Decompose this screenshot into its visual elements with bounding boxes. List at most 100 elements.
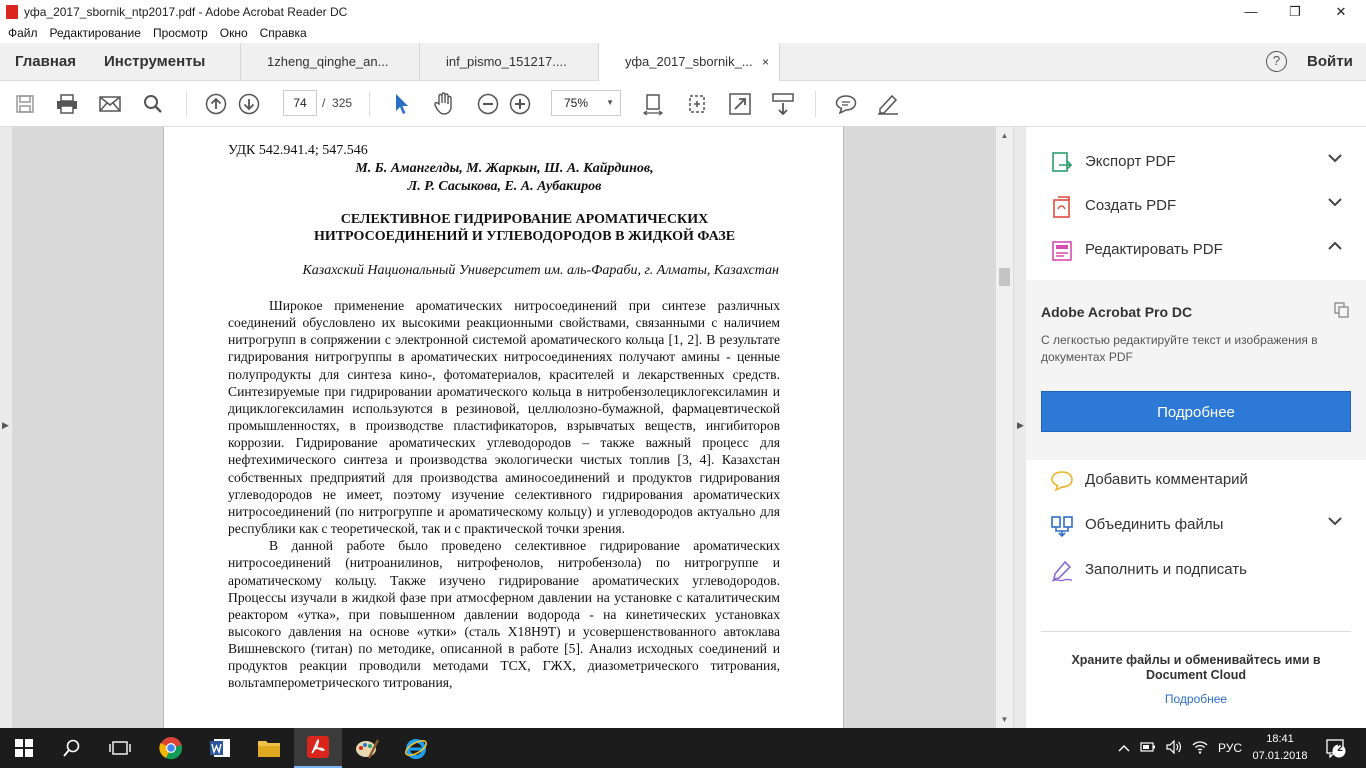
combine-files-item[interactable]: Объединить файлы: [1026, 506, 1366, 546]
comment-icon[interactable]: [833, 91, 859, 117]
left-panel-toggle[interactable]: ▶: [0, 127, 12, 728]
promo-title: Adobe Acrobat Pro DC: [1041, 304, 1193, 320]
input-language[interactable]: РУС: [1218, 741, 1242, 755]
chevron-down-icon: [1328, 514, 1342, 529]
chevron-down-icon: [1328, 195, 1342, 210]
zoom-value: 75%: [564, 96, 589, 110]
acrobat-pro-promo: Adobe Acrobat Pro DC С легкостью редакти…: [1026, 280, 1366, 460]
file-explorer-icon[interactable]: [245, 728, 293, 768]
select-cursor-icon[interactable]: [389, 91, 415, 117]
fit-page-icon[interactable]: [640, 91, 666, 117]
start-windows-icon[interactable]: [0, 728, 48, 768]
chevron-down-icon: ▼: [606, 98, 614, 107]
udk-code: УДК 542.941.4; 547.546: [228, 143, 368, 158]
combine-files-label: Объединить файлы: [1085, 516, 1224, 533]
hand-tool-icon[interactable]: [431, 91, 457, 117]
zoom-in-icon[interactable]: [507, 91, 533, 117]
menu-bar: Файл Редактирование Просмотр Окно Справк…: [0, 23, 1366, 43]
right-panel-toggle[interactable]: ▶: [1013, 127, 1026, 728]
zoom-select[interactable]: 75% ▼: [551, 90, 621, 116]
clock-date: 07.01.2018: [1252, 750, 1308, 762]
scrollbar-thumb[interactable]: [999, 268, 1010, 286]
authors-line-1: М. Б. Амангелды, М. Жаркын, Ш. А. Кайрди…: [355, 161, 654, 176]
scroll-down-icon[interactable]: ▼: [996, 715, 1013, 724]
paint-icon[interactable]: [343, 728, 391, 768]
export-pdf-item[interactable]: Экспорт PDF: [1026, 143, 1366, 183]
maximize-button[interactable]: ❐: [1272, 0, 1318, 23]
menu-edit[interactable]: Редактирование: [50, 26, 141, 40]
rotate-icon[interactable]: [684, 91, 710, 117]
system-tray: РУС: [1118, 728, 1242, 768]
authors-line-2: Л. Р. Сасыкова, Е. А. Аубакиров: [407, 179, 602, 194]
full-screen-icon[interactable]: [727, 91, 753, 117]
document-cloud-text: Храните файлы и обменивайтесь ими в Docu…: [1071, 653, 1321, 682]
clock[interactable]: 18:41 07.01.2018: [1250, 731, 1310, 765]
network-icon[interactable]: [1192, 740, 1208, 757]
scroll-mode-icon[interactable]: [770, 91, 796, 117]
taskbar: РУС 18:41 07.01.2018 2: [0, 728, 1366, 768]
doc-tab-3[interactable]: уфа_2017_sbornik_... ×: [598, 43, 780, 82]
volume-icon[interactable]: [1166, 739, 1182, 757]
edit-pdf-item[interactable]: Редактировать PDF: [1026, 231, 1366, 271]
article-body: Широкое применение ароматических нитросо…: [228, 297, 780, 692]
word-icon[interactable]: [196, 728, 244, 768]
add-comment-label: Добавить комментарий: [1085, 471, 1248, 488]
tab-tools[interactable]: Инструменты: [104, 43, 205, 81]
page-number-input[interactable]: 74: [283, 90, 317, 116]
chevron-up-icon: [1328, 239, 1342, 254]
battery-icon[interactable]: [1140, 741, 1156, 756]
menu-window[interactable]: Окно: [220, 26, 248, 40]
page-total: / 325: [322, 96, 352, 110]
export-pdf-icon: [1050, 151, 1074, 175]
minimize-button[interactable]: —: [1228, 0, 1274, 23]
show-hidden-icons-chevron-up-icon[interactable]: [1118, 741, 1130, 755]
add-comment-item[interactable]: Добавить комментарий: [1026, 461, 1366, 501]
doc-tab-1[interactable]: 1zheng_qinghe_an...: [240, 43, 419, 81]
acrobat-icon: [6, 4, 18, 19]
page-down-icon[interactable]: [236, 91, 262, 117]
login-button[interactable]: Войти: [1307, 43, 1353, 81]
fill-sign-pen-icon: [1050, 559, 1074, 583]
vertical-scrollbar[interactable]: ▲ ▼: [996, 127, 1013, 728]
email-icon[interactable]: [97, 91, 123, 117]
help-icon[interactable]: ?: [1266, 51, 1287, 72]
page-total-count: 325: [332, 96, 353, 110]
highlight-pen-icon[interactable]: [875, 91, 901, 117]
notification-center[interactable]: 2: [1326, 738, 1346, 759]
doc-tab-label: уфа_2017_sbornik_...: [625, 54, 753, 69]
doc-tab-2[interactable]: inf_pismo_151217....: [419, 43, 598, 81]
edit-pdf-icon: [1050, 239, 1074, 263]
toolbar: [0, 81, 1366, 127]
zoom-out-icon[interactable]: [475, 91, 501, 117]
chrome-icon[interactable]: [147, 728, 195, 768]
tab-bar: Главная Инструменты 1zheng_qinghe_an... …: [0, 43, 1366, 82]
close-window-button[interactable]: ✕: [1318, 0, 1364, 23]
menu-view[interactable]: Просмотр: [153, 26, 208, 40]
pdf-page: УДК 542.941.4; 547.546 М. Б. Амангелды, …: [163, 127, 844, 728]
acrobat-taskbar-icon[interactable]: [294, 728, 342, 768]
article-title-line-1: СЕЛЕКТИВНОЕ ГИДРИРОВАНИЕ АРОМАТИЧЕСКИХ: [340, 212, 709, 227]
search-icon[interactable]: [140, 91, 166, 117]
fill-sign-item[interactable]: Заполнить и подписать: [1026, 551, 1366, 591]
page-up-icon[interactable]: [203, 91, 229, 117]
close-tab-icon[interactable]: ×: [762, 43, 769, 81]
paragraph: Широкое применение ароматических нитросо…: [228, 298, 780, 537]
notification-count: 2: [1337, 743, 1343, 754]
search-icon[interactable]: [48, 728, 96, 768]
document-cloud-link[interactable]: Подробнее: [1026, 692, 1366, 706]
edit-pdf-label: Редактировать PDF: [1085, 241, 1223, 258]
menu-help[interactable]: Справка: [260, 26, 307, 40]
internet-explorer-icon[interactable]: [392, 728, 440, 768]
doc-tab-label: inf_pismo_151217....: [446, 54, 567, 69]
task-view-icon[interactable]: [96, 728, 144, 768]
affiliation: Казахский Национальный Университет им. а…: [302, 263, 779, 278]
menu-file[interactable]: Файл: [8, 26, 38, 40]
copy-icon[interactable]: [1334, 302, 1350, 321]
learn-more-button[interactable]: Подробнее: [1041, 391, 1351, 432]
paragraph: В данной работе было проведено селективн…: [228, 538, 780, 691]
print-icon[interactable]: [54, 91, 80, 117]
save-icon[interactable]: [12, 91, 38, 117]
create-pdf-item[interactable]: Создать PDF: [1026, 187, 1366, 227]
tab-home[interactable]: Главная: [15, 43, 76, 81]
scroll-up-icon[interactable]: ▲: [996, 131, 1013, 140]
